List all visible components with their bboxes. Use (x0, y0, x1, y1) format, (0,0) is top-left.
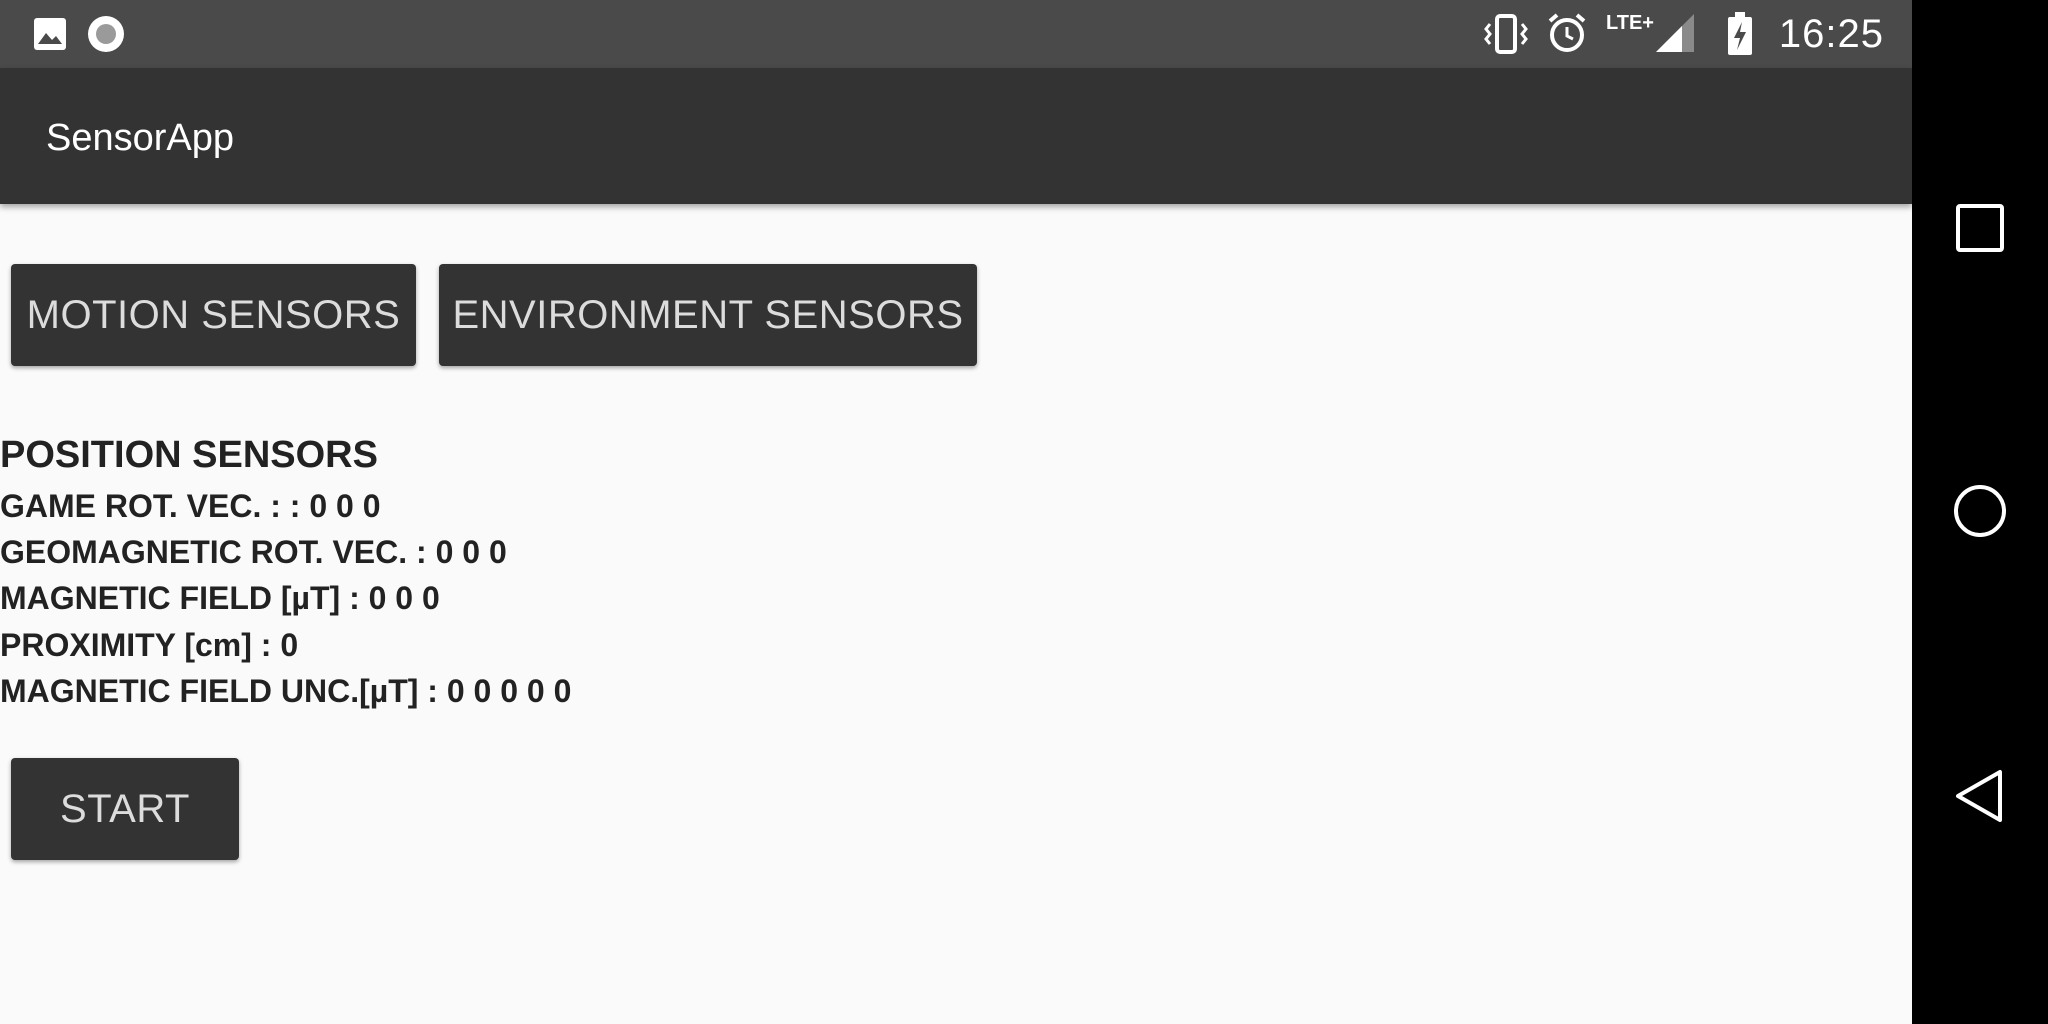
environment-sensors-button[interactable]: ENVIRONMENT SENSORS (439, 264, 977, 366)
navigation-bar (1912, 0, 2048, 1024)
image-icon (32, 16, 68, 52)
magnetic-field-reading: MAGNETIC FIELD [µT] : 0 0 0 (0, 580, 440, 616)
proximity-reading: PROXIMITY [cm] : 0 (0, 627, 299, 663)
app-title: SensorApp (46, 117, 235, 159)
recents-icon[interactable] (1952, 200, 2008, 256)
alarm-icon (1546, 12, 1588, 54)
start-button[interactable]: START (11, 758, 239, 860)
geomagnetic-rotation-vector-reading: GEOMAGNETIC ROT. VEC. : 0 0 0 (0, 534, 507, 570)
app-bar: SensorApp (0, 68, 1912, 204)
signal-icon (1654, 12, 1696, 54)
back-icon[interactable] (1952, 768, 2008, 824)
status-bar: LTE+ 16:25 (0, 0, 1912, 68)
network-type-label: LTE+ (1606, 12, 1654, 34)
game-rotation-vector-reading: GAME ROT. VEC. : : 0 0 0 (0, 488, 381, 524)
battery-charging-icon (1726, 12, 1754, 56)
motion-sensors-button[interactable]: MOTION SENSORS (11, 264, 416, 366)
home-icon[interactable] (1952, 483, 2008, 539)
record-icon (86, 14, 126, 54)
status-clock: 16:25 (1778, 12, 1884, 56)
position-sensors-title: POSITION SENSORS (0, 434, 378, 476)
magnetic-field-uncalibrated-reading: MAGNETIC FIELD UNC.[µT] : 0 0 0 0 0 (0, 673, 572, 709)
vibrate-icon (1484, 14, 1528, 54)
app-screen: LTE+ 16:25 SensorApp MOTION SENSORS ENVI… (0, 0, 1912, 1024)
